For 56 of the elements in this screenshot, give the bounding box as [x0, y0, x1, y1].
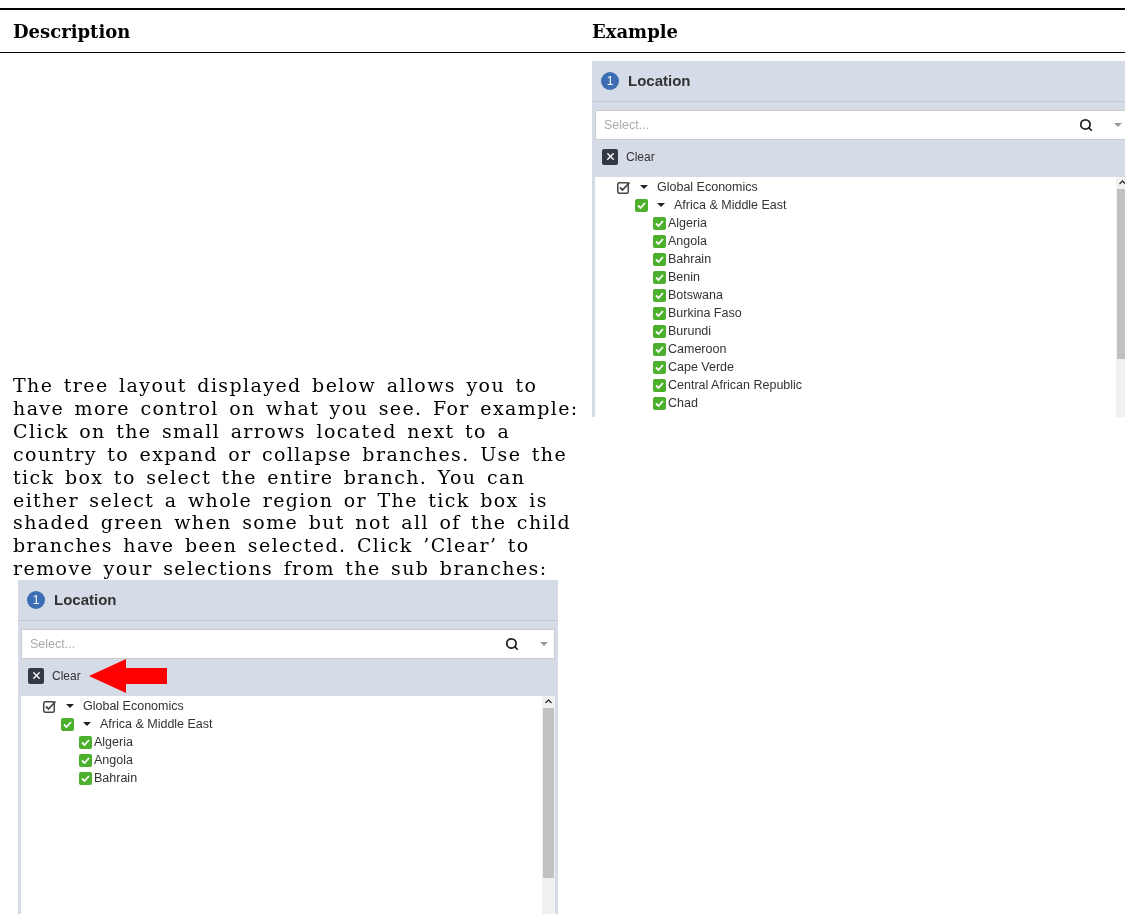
- tree-item-label[interactable]: Africa & Middle East: [100, 714, 213, 734]
- checkbox[interactable]: [653, 306, 666, 320]
- checkbox[interactable]: [653, 252, 666, 266]
- close-icon: [28, 667, 44, 684]
- tree-item-label[interactable]: Benin: [668, 267, 700, 287]
- checkbox[interactable]: [653, 360, 666, 374]
- tree-item-label[interactable]: Global Economics: [83, 696, 184, 716]
- tree-item-label[interactable]: Africa & Middle East: [674, 195, 787, 215]
- column-header: Example: [592, 19, 679, 44]
- caret-down-icon[interactable]: [656, 201, 666, 209]
- checkbox[interactable]: [653, 396, 666, 410]
- tree-item-label[interactable]: Algeria: [668, 213, 707, 233]
- step-badge: 1: [601, 72, 619, 90]
- panel-title: Location: [628, 70, 691, 91]
- description-paragraph: The tree layout displayed below allows you to have more control on what you see. For example: Click on the small arrows located next to a country to expand or collapse branches. Use the tick box to select the entire branch. You can either select a whole region or The tick box is shaded green when some but not all of the child branches have been selected. Click ’Clear’ to remove your selections from the sub branches:: [13, 374, 580, 581]
- tree-item-label[interactable]: Central African Republic: [668, 375, 803, 395]
- checkbox[interactable]: [617, 180, 631, 194]
- clear-button[interactable]: Clear: [28, 666, 81, 685]
- column-header: Description: [12, 19, 132, 44]
- tree-item-label[interactable]: Algeria: [94, 732, 133, 752]
- tree-item-label[interactable]: Global Economics: [657, 177, 758, 197]
- checkbox[interactable]: [79, 753, 92, 767]
- checkbox[interactable]: [653, 324, 666, 338]
- select-field[interactable]: Select...: [595, 110, 1125, 140]
- tree-item-label[interactable]: Bahrain: [668, 249, 712, 269]
- checkbox[interactable]: [61, 717, 74, 731]
- checkbox[interactable]: [653, 342, 666, 356]
- select-field[interactable]: Select...: [21, 629, 555, 660]
- search-icon[interactable]: [505, 637, 519, 652]
- checkbox[interactable]: [653, 288, 666, 302]
- checkbox[interactable]: [79, 771, 92, 785]
- tree-item-label[interactable]: Burkina Faso: [668, 303, 742, 323]
- checkbox[interactable]: [635, 198, 648, 212]
- checkbox[interactable]: [43, 699, 57, 713]
- tree-item-label[interactable]: Botswana: [668, 285, 723, 305]
- checkbox[interactable]: [653, 378, 666, 392]
- tree-item-label[interactable]: Chad: [668, 393, 698, 413]
- checkbox[interactable]: [653, 216, 666, 230]
- tree-item-label[interactable]: Angola: [668, 231, 707, 251]
- checkbox[interactable]: [79, 735, 92, 749]
- caret-down-icon[interactable]: [639, 183, 649, 191]
- caret-down-icon[interactable]: [82, 720, 92, 729]
- tree-item-label[interactable]: Cameroon: [668, 339, 727, 359]
- tree-item-label[interactable]: Bahrain: [94, 768, 138, 788]
- step-badge: 1: [27, 591, 45, 610]
- tree-item-label[interactable]: Cape Verde: [668, 357, 735, 377]
- scrollbar[interactable]: [542, 696, 555, 914]
- clear-button[interactable]: Clear: [602, 147, 655, 166]
- tree-item-label[interactable]: Angola: [94, 750, 133, 770]
- close-icon: [602, 148, 618, 165]
- tree-item-label[interactable]: Burundi: [668, 321, 712, 341]
- search-icon[interactable]: [1079, 118, 1093, 132]
- checkbox[interactable]: [653, 270, 666, 284]
- checkbox[interactable]: [653, 234, 666, 248]
- caret-down-icon[interactable]: [65, 702, 75, 711]
- panel-title: Location: [54, 589, 117, 610]
